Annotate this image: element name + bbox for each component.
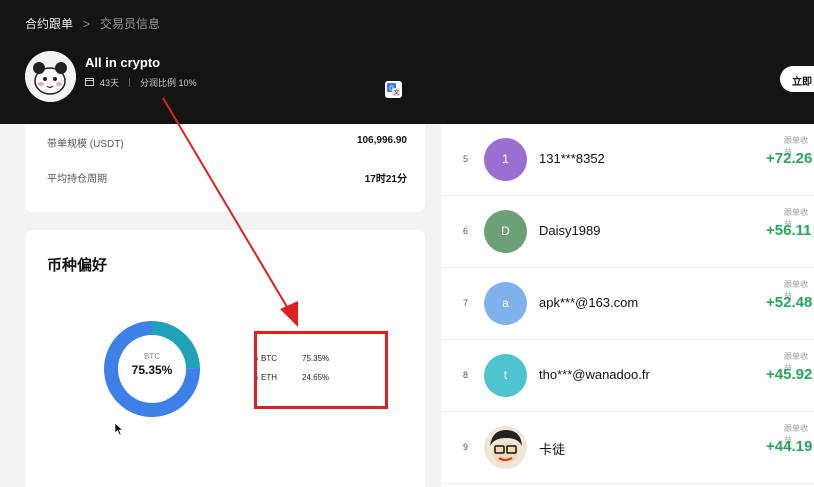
user-name: tho***@wanadoo.fr xyxy=(539,367,650,382)
profit-value: +52.48 xyxy=(766,294,813,311)
stat-label: 带单规模 (USDT) xyxy=(47,139,124,150)
stat-row-holding-period: 平均持仓周期 17时21分 xyxy=(47,170,407,185)
trader-meta: 43天 分润比例 10% xyxy=(85,76,197,89)
profit-value: +45.92 xyxy=(766,366,813,383)
stat-label: 平均持仓周期 xyxy=(47,174,107,185)
coin-preference-title: 币种偏好 xyxy=(47,257,108,274)
profit-share: 分润比例 10% xyxy=(140,78,197,88)
mouse-cursor-icon xyxy=(114,422,124,436)
follow-button[interactable]: 立即 xyxy=(780,66,814,92)
profit-value: +56.11 xyxy=(766,222,812,239)
rank-number: 7 xyxy=(463,298,469,308)
profit-value: +72.26 xyxy=(766,150,813,167)
list-item[interactable]: 8 t tho***@wanadoo.fr 跟单收益 +45.92 xyxy=(441,340,814,412)
profit-value: +44.19 xyxy=(766,438,813,455)
rank-number: 5 xyxy=(463,154,469,164)
calendar-icon xyxy=(85,77,94,88)
legend-highlight-box xyxy=(254,331,388,409)
breadcrumb-separator: > xyxy=(83,16,91,31)
rank-number: 9 xyxy=(463,442,469,452)
rank-number: 6 xyxy=(463,226,469,236)
rank-number: 8 xyxy=(463,370,469,380)
translate-icon[interactable]: G 文 xyxy=(385,81,402,98)
stat-value: 106,996.90 xyxy=(356,135,407,146)
breadcrumb: 合约跟单 > 交易员信息 xyxy=(25,15,160,32)
avatar: t xyxy=(484,354,527,397)
breadcrumb-root[interactable]: 合约跟单 xyxy=(25,15,73,32)
list-item[interactable]: 9 卡徒 跟单收益 +44.19 xyxy=(441,412,814,484)
follower-ranking-list: 5 1 131***8352 跟单收益 +72.26 6 D Daisy1989… xyxy=(441,124,814,487)
list-item[interactable]: 7 a apk***@163.com 跟单收益 +52.48 xyxy=(441,268,814,340)
list-item[interactable]: 6 D Daisy1989 跟单收益 +56.11 xyxy=(441,196,814,268)
avatar: D xyxy=(484,210,527,253)
donut-center-label: BTC 75.35% xyxy=(125,352,179,377)
user-name: 卡徒 xyxy=(539,442,566,457)
trader-avatar xyxy=(25,51,76,102)
user-name: 131***8352 xyxy=(539,151,605,166)
donut-center-coin: BTC xyxy=(144,352,160,361)
user-name: Daisy1989 xyxy=(539,223,601,238)
avatar: a xyxy=(484,282,527,325)
donut-center-percent: 75.35% xyxy=(131,363,173,377)
stat-row-scale: 带单规模 (USDT) 106,996.90 xyxy=(47,135,407,150)
breadcrumb-current: 交易员信息 xyxy=(100,17,161,31)
stats-card: 带单规模 (USDT) 106,996.90 平均持仓周期 17时21分 xyxy=(25,124,425,212)
list-item[interactable]: 5 1 131***8352 跟单收益 +72.26 xyxy=(441,124,814,196)
trading-days: 43天 xyxy=(100,78,120,88)
meta-divider xyxy=(129,78,131,87)
stat-value: 17时21分 xyxy=(364,174,407,185)
user-name: apk***@163.com xyxy=(539,295,639,310)
avatar: 1 xyxy=(484,138,527,181)
avatar xyxy=(484,426,527,469)
svg-text:文: 文 xyxy=(394,89,400,97)
trader-name: All in crypto xyxy=(85,55,161,70)
trader-header: 合约跟单 > 交易员信息 All in crypto 43天 分润比例 10% … xyxy=(0,0,814,124)
